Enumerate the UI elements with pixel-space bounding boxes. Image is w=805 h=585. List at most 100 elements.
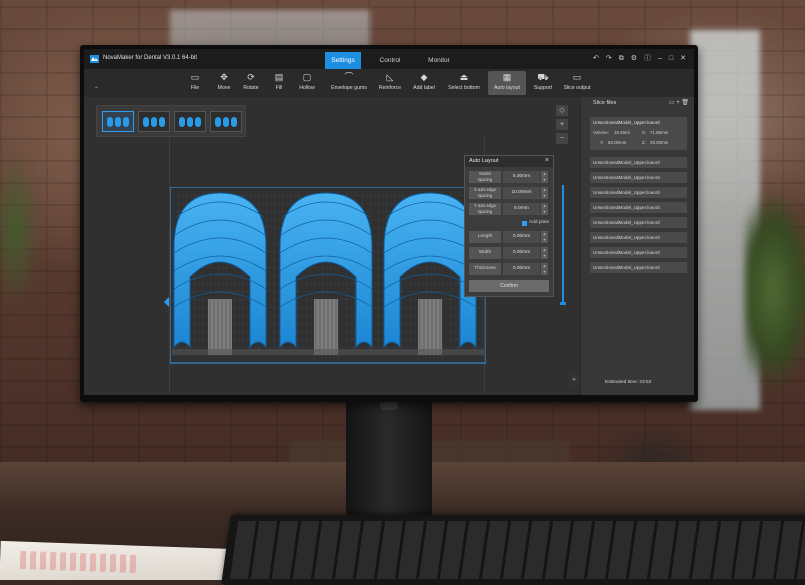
- close-icon[interactable]: ×: [545, 157, 549, 164]
- build-plate: [170, 187, 486, 364]
- tab-control[interactable]: Control: [368, 52, 412, 69]
- slice-file-item[interactable]: UnsectionedModel_Upper.low.stl: [590, 187, 687, 198]
- y-axis-edge-spacing-input[interactable]: 5.0mm: [503, 203, 540, 215]
- slice-files-actions: ▭ + 🗑: [669, 99, 689, 106]
- select-bottom-label: Select bottom: [448, 85, 480, 91]
- stepper-icon[interactable]: ▲ ▼: [541, 203, 548, 215]
- reinforce-button[interactable]: ◺ Reinforce: [376, 71, 404, 95]
- y-value: 50.00mm: [608, 140, 627, 145]
- plant: [745, 190, 805, 390]
- x-label: X:: [642, 130, 647, 135]
- auto-layout-header: Auto Layout ×: [465, 156, 553, 167]
- slice-file-item[interactable]: UnsectionedModel_Upper.low.stl: [590, 217, 687, 228]
- move-icon: ✥: [220, 72, 228, 82]
- 3d-viewport[interactable]: ◇ + − Auto Layout × Model spacing 5.00mm …: [84, 97, 580, 395]
- envelope-gums-icon: ⌒: [344, 72, 354, 82]
- tab-monitor[interactable]: Monitor: [414, 52, 464, 69]
- estimated-time: Estimated time: 23:52: [605, 380, 652, 385]
- add-icon[interactable]: +: [676, 100, 680, 106]
- close-icon[interactable]: ✕: [680, 54, 686, 63]
- hollow-icon: ▢: [302, 72, 312, 82]
- view-cube-icon[interactable]: ◇: [556, 105, 568, 116]
- minimize-icon[interactable]: –: [658, 54, 662, 63]
- fill-label: Fill: [275, 85, 283, 91]
- support-button[interactable]: ⛟ Support: [530, 71, 556, 95]
- dental-model-column[interactable]: [173, 192, 267, 355]
- plate-thumbnail[interactable]: [102, 111, 134, 132]
- stepper-icon[interactable]: ▲ ▼: [541, 171, 548, 183]
- layer-slider-handle[interactable]: [560, 302, 566, 305]
- window-controls: ↶ ↷ ⧉ ⚙ ⓘ – □ ✕: [593, 54, 686, 63]
- slice-output-label: Slice output: [563, 85, 591, 91]
- select-bottom-button[interactable]: ⏏ Select bottom: [446, 71, 482, 95]
- gear-icon[interactable]: ⚙: [631, 54, 637, 63]
- auto-layout-panel: Auto Layout × Model spacing 5.00mm ▲ ▼ X a…: [464, 155, 554, 297]
- expand-panel-icon[interactable]: »: [570, 373, 578, 387]
- field-label: Model spacing: [469, 171, 501, 183]
- plate-thumbnail[interactable]: [138, 111, 170, 132]
- add-plate-checkbox[interactable]: [522, 221, 527, 226]
- x-value: 71.86mm: [650, 130, 669, 135]
- auto-layout-button[interactable]: ▦ Auto layout: [488, 71, 526, 95]
- file-button[interactable]: ▭ File: [184, 71, 206, 95]
- toolbar: ▭ File ✥ Move ⟳ Rotate ▤ Fill ▢ Hollow ⌒…: [84, 69, 694, 98]
- slice-file-item[interactable]: UnsectionedModel_Upper.low.stl: [590, 247, 687, 258]
- add-plate-label: Add plate: [529, 220, 550, 225]
- stepper-icon[interactable]: ▲ ▼: [541, 247, 548, 259]
- monitor-stand: [346, 400, 432, 520]
- stepper-icon[interactable]: ▲ ▼: [541, 231, 548, 243]
- export-icon[interactable]: ⧉: [619, 54, 624, 63]
- fill-button[interactable]: ▤ Fill: [269, 71, 289, 95]
- volume-label: Volume:: [593, 130, 609, 135]
- add-label-button[interactable]: ◆ Add label: [410, 71, 438, 95]
- width-input[interactable]: 0.00mm: [503, 247, 540, 259]
- model-spacing-field: Model spacing 5.00mm ▲ ▼: [469, 171, 549, 183]
- hollow-button[interactable]: ▢ Hollow: [295, 71, 319, 95]
- slice-file-item[interactable]: UnsectionedModel_Upper.low.stl: [590, 262, 687, 273]
- select-bottom-icon: ⏏: [459, 72, 469, 82]
- move-button[interactable]: ✥ Move: [213, 71, 235, 95]
- z-value: 20.00mm: [650, 140, 669, 145]
- delete-icon[interactable]: 🗑: [681, 100, 689, 106]
- support-base: [172, 349, 484, 355]
- confirm-button[interactable]: Confirm: [469, 280, 549, 292]
- add-label-label: Add label: [413, 85, 435, 91]
- redo-icon[interactable]: ↷: [606, 54, 612, 63]
- envelope-gums-button[interactable]: ⌒ Envelope gums: [328, 71, 370, 95]
- rotate-button[interactable]: ⟳ Rotate: [240, 71, 262, 95]
- rotate-label: Rotate: [243, 85, 259, 91]
- slice-files-title: Slice files: [593, 100, 617, 106]
- slice-file-item[interactable]: UnsectionedModel_Upper.low.stl: [590, 232, 687, 243]
- dental-model-column[interactable]: [383, 192, 477, 355]
- plate-thumbnails: [96, 105, 246, 137]
- auto-layout-title: Auto Layout: [469, 158, 499, 164]
- zoom-in-icon[interactable]: +: [556, 119, 568, 130]
- stepper-icon[interactable]: ▲ ▼: [541, 263, 548, 275]
- layer-slider[interactable]: [560, 185, 566, 305]
- thickness-input[interactable]: 0.00mm: [503, 263, 540, 275]
- slice-file-item-selected[interactable]: UnsectionedModel_Upper.low.stl Volume: 1…: [590, 117, 687, 150]
- zoom-out-icon[interactable]: −: [556, 133, 568, 144]
- chevron-up-icon[interactable]: ⌃: [94, 86, 99, 93]
- volume-value: 15.45ml: [614, 130, 630, 135]
- plate-thumbnail[interactable]: [210, 111, 242, 132]
- maximize-icon[interactable]: □: [669, 54, 673, 63]
- length-input[interactable]: 0.00mm: [503, 231, 540, 243]
- dental-model-column[interactable]: [279, 192, 373, 355]
- tab-settings[interactable]: Settings: [325, 52, 361, 69]
- model-spacing-input[interactable]: 5.00mm: [503, 171, 540, 183]
- stepper-icon[interactable]: ▲ ▼: [541, 187, 548, 199]
- auto-layout-icon: ▦: [502, 72, 512, 82]
- help-icon[interactable]: ⓘ: [644, 54, 651, 63]
- x-axis-edge-spacing-input[interactable]: 10.00mm: [503, 187, 540, 199]
- slice-file-item[interactable]: UnsectionedModel_Upper.low.stl: [590, 202, 687, 213]
- slice-file-item[interactable]: UnsectionedModel_Upper.low.stl: [590, 172, 687, 183]
- slice-file-item[interactable]: UnsectionedModel_Upper.low.stl: [590, 157, 687, 168]
- width-field: Width 0.00mm ▲ ▼: [469, 247, 549, 259]
- folder-icon[interactable]: ▭: [669, 100, 675, 106]
- plate-thumbnail[interactable]: [174, 111, 206, 132]
- reinforce-label: Reinforce: [378, 85, 402, 91]
- auto-layout-label: Auto layout: [494, 85, 520, 91]
- undo-icon[interactable]: ↶: [593, 54, 599, 63]
- slice-output-button[interactable]: ▭ Slice output: [562, 71, 592, 95]
